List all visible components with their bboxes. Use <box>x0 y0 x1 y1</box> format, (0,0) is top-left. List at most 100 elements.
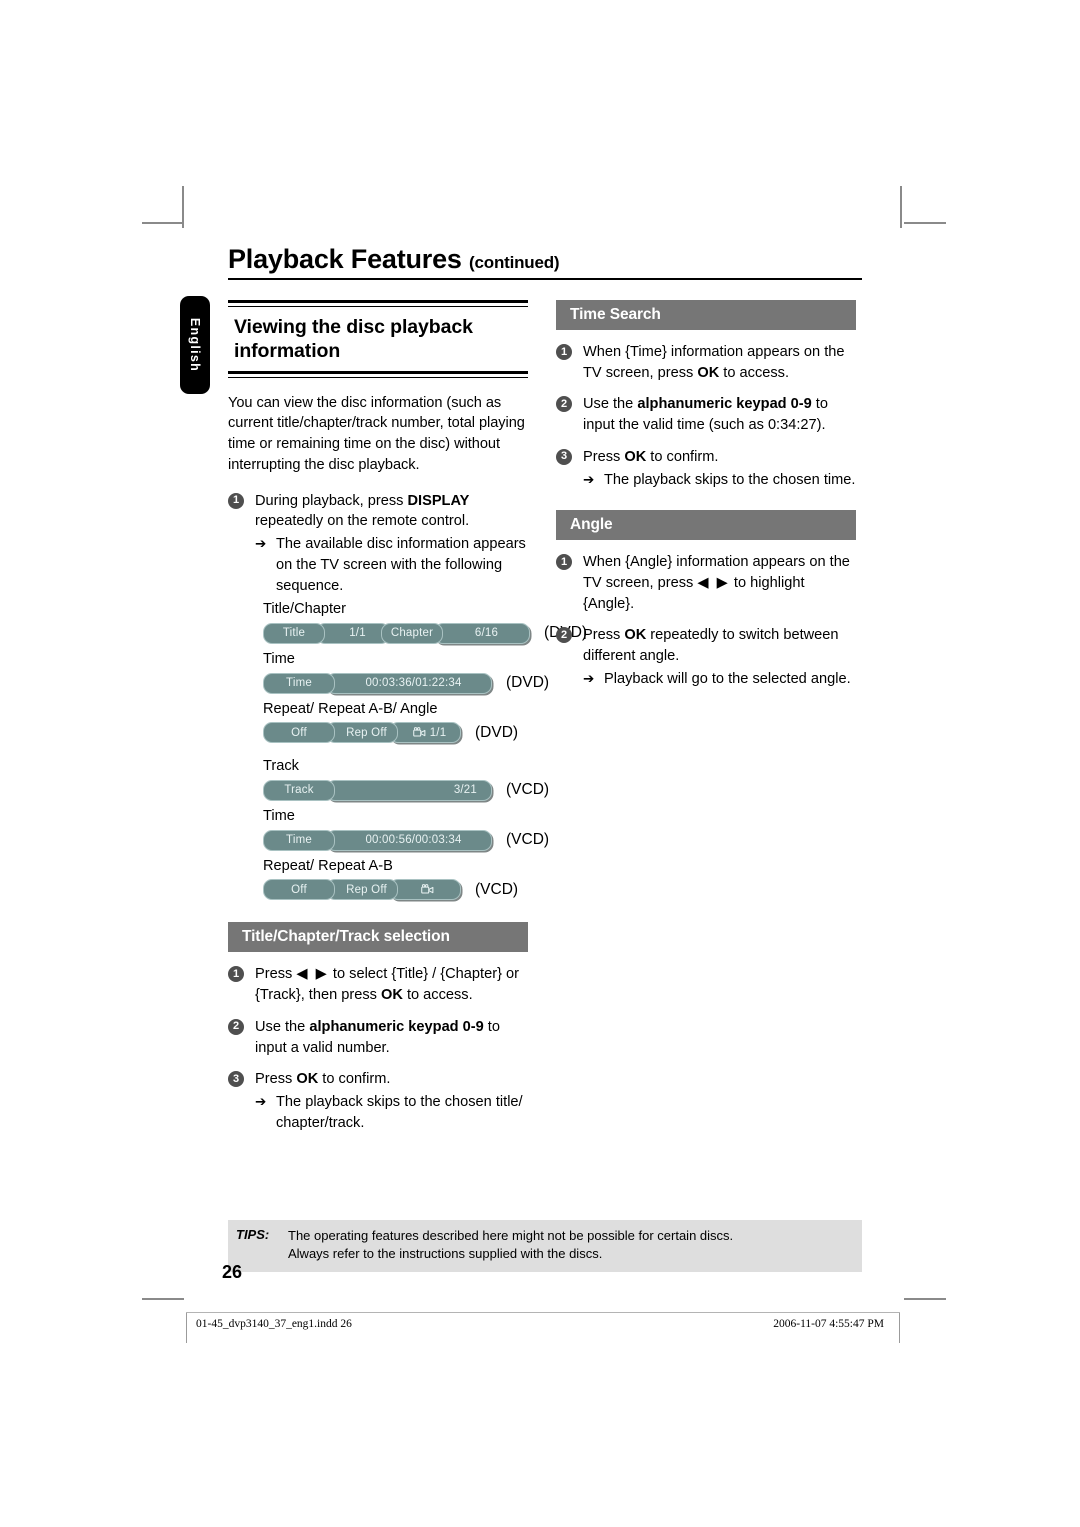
osd-segment: Rep Off <box>326 879 398 901</box>
ts-step2-a: Use the <box>583 396 638 413</box>
osd-segment: Title <box>263 622 325 644</box>
osd-row: Off Rep Off (VCD) <box>255 879 528 901</box>
selection-step-2: 2 Use the alphanumeric keypad 0-9 to inp… <box>228 1017 528 1058</box>
ts-step1-b: to access. <box>719 364 790 381</box>
angle-step-2: 2 Press OK repeatedly to switch between … <box>556 625 856 689</box>
crop-mark-bottom-right-horizontal <box>904 1298 946 1300</box>
osd-segment: Track <box>263 779 335 801</box>
tips-label: TIPS: <box>236 1227 270 1242</box>
page-title: Playback Features (continued) <box>228 245 862 273</box>
language-tab: English <box>180 296 210 394</box>
osd-segment-label: 1/1 <box>429 726 447 739</box>
angle-step2-a: Press <box>583 627 625 644</box>
substep-text: The playback skips to the chosen title/ … <box>276 1093 523 1131</box>
disc-type-tag: (VCD) <box>506 831 550 849</box>
osd-segment-label: 6/16 <box>474 627 499 640</box>
manual-page: Playback Features (continued) English Vi… <box>0 0 1080 1527</box>
step-number: 1 <box>228 966 244 983</box>
camera-angle-icon <box>412 727 426 737</box>
arrow-icon: ➔ <box>255 1093 267 1109</box>
osd-bar: Off Rep Off <box>263 879 461 901</box>
tips-box: TIPS: The operating features described h… <box>228 1220 862 1272</box>
time-search-step-1: 1 When {Time} information appears on the… <box>556 342 856 383</box>
arrow-icon: ➔ <box>255 536 267 552</box>
osd-segment-label: 3/21 <box>453 784 477 797</box>
disc-type-tag: (DVD) <box>475 723 519 741</box>
osd-segment-label: 00:03:36/01:22:34 <box>365 677 462 690</box>
step-number: 1 <box>556 344 572 360</box>
step-number: 3 <box>556 448 572 465</box>
footer-rule <box>186 1312 900 1313</box>
osd-bar: Track 3/21 <box>263 779 492 801</box>
crop-mark-top-left-horizontal <box>142 222 184 224</box>
osd-segment: Time <box>263 829 335 851</box>
band-time-search: Time Search <box>556 300 856 330</box>
osd-row: Time 00:00:56/00:03:34 (VCD) <box>255 829 549 851</box>
substep-text: The available disc information appears o… <box>276 536 526 594</box>
step-number: 1 <box>228 492 244 509</box>
tips-line-1: The operating features described here mi… <box>288 1228 734 1243</box>
language-tab-label: English <box>188 317 202 373</box>
angle-step-1: 1 When {Angle} information appears on th… <box>556 552 856 614</box>
step-number: 2 <box>556 627 572 644</box>
tips-line-2: Always refer to the instructions supplie… <box>288 1246 603 1262</box>
ts-step2-bold: alphanumeric keypad 0-9 <box>637 396 812 413</box>
osd-label: Repeat/ Repeat A-B/ Angle <box>263 700 438 717</box>
osd-label: Time <box>263 807 295 824</box>
osd-bar: Off Rep Off 1/1 <box>263 722 461 744</box>
footer-tick-left <box>186 1313 187 1343</box>
osd-bar: Time 00:00:56/00:03:34 <box>263 829 492 851</box>
camera-angle-icon <box>421 884 434 894</box>
page-title-continued: (continued) <box>469 253 560 272</box>
ts-step3-substep: ➔ The playback skips to the chosen time. <box>583 470 856 491</box>
osd-segment-label: Track <box>284 784 314 797</box>
crop-mark-top-right-horizontal <box>904 222 946 224</box>
step-number: 1 <box>556 554 572 571</box>
heading-rule-top <box>228 300 528 307</box>
selection-step2-bold: alphanumeric keypad 0-9 <box>309 1018 484 1035</box>
osd-segment-label: 00:00:56/00:03:34 <box>365 834 462 847</box>
osd-segment: 1/1 <box>316 622 390 644</box>
band-title-chapter-track-selection: Title/Chapter/Track selection <box>228 922 528 953</box>
selection-step3-a: Press <box>255 1071 297 1088</box>
selection-step-3: 3 Press OK to confirm. ➔ The playback sk… <box>228 1069 528 1133</box>
osd-segment: Chapter <box>381 622 443 644</box>
osd-segment: Time <box>263 672 335 694</box>
ts-step3-bold: OK <box>624 448 647 465</box>
right-column: Time Search 1 When {Time} information ap… <box>556 300 856 690</box>
step-number: 3 <box>228 1071 244 1088</box>
footer-tick-right <box>899 1313 900 1343</box>
left-right-arrows-icon: ◀ ▶ <box>296 966 329 983</box>
osd-row: Title1/1Chapter6/16(DVD) <box>255 622 587 644</box>
angle-step2-substep: ➔ Playback will go to the selected angle… <box>583 669 856 690</box>
osd-row: Off Rep Off 1/1 (DVD) <box>255 722 528 744</box>
tips-inner: TIPS: The operating features described h… <box>228 1227 862 1264</box>
selection-step3-bold: OK <box>296 1071 319 1088</box>
arrow-icon: ➔ <box>583 471 595 487</box>
ts-step1-bold: OK <box>697 364 720 381</box>
osd-label: Title/Chapter <box>263 601 347 618</box>
step-text-before: During playback, press <box>255 492 408 509</box>
time-search-step-3: 3 Press OK to confirm. ➔ The playback sk… <box>556 447 856 490</box>
ts-step3-a: Press <box>583 448 625 465</box>
osd-segment-label: Rep Off <box>346 726 387 739</box>
disc-type-tag: (DVD) <box>506 674 550 692</box>
step-display: 1 During playback, press DISPLAY repeate… <box>228 491 528 597</box>
page-number: 26 <box>222 1262 243 1282</box>
footer-filename: 01-45_dvp3140_37_eng1.indd 26 <box>196 1318 352 1330</box>
step-text-after: repeatedly on the remote control. <box>255 513 470 530</box>
osd-segment: Rep Off <box>326 722 398 744</box>
substep-text: Playback will go to the selected angle. <box>604 670 851 687</box>
osd-segment: 6/16 <box>434 622 530 644</box>
substep-text: The playback skips to the chosen time. <box>604 471 856 488</box>
osd-segment: Off <box>263 722 335 744</box>
disc-type-tag: (VCD) <box>506 781 550 799</box>
osd-segment-label: 1/1 <box>349 627 366 640</box>
osd-row: Track 3/21 (VCD) <box>255 779 549 801</box>
step-bold-display: DISPLAY <box>407 492 470 509</box>
selection-step3-substep: ➔ The playback skips to the chosen title… <box>255 1092 528 1133</box>
ts-step3-b: to confirm. <box>646 448 719 465</box>
disc-type-tag: (VCD) <box>475 880 519 898</box>
selection-step3-b: to confirm. <box>318 1071 391 1088</box>
osd-label: Track <box>263 758 299 775</box>
